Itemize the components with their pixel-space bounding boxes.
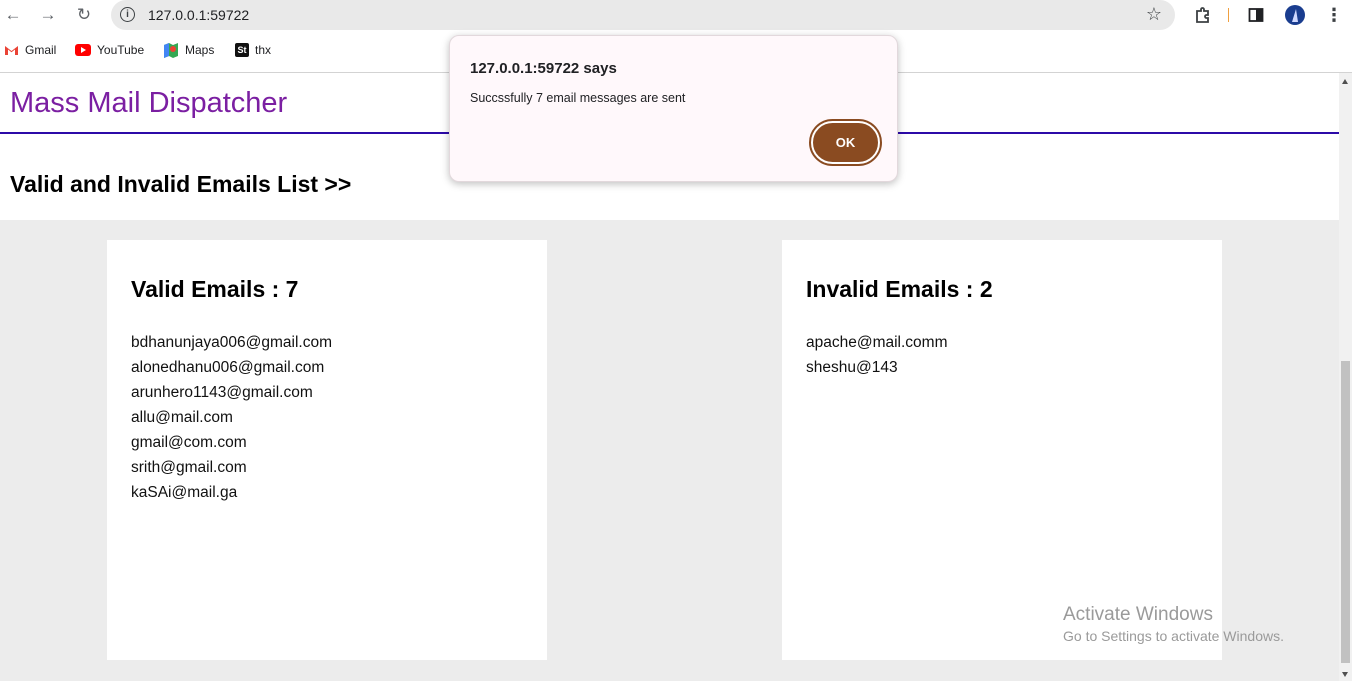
- back-icon[interactable]: ←: [2, 4, 24, 26]
- list-item: kaSAi@mail.ga: [131, 484, 238, 501]
- activate-windows-watermark: Activate Windows Go to Settings to activ…: [1063, 604, 1284, 644]
- list-item: srith@gmail.com: [131, 459, 247, 476]
- bookmark-gmail[interactable]: Gmail: [3, 43, 56, 57]
- invalid-emails-card: Invalid Emails : 2 apache@mail.comm shes…: [782, 240, 1222, 660]
- valid-emails-card: Valid Emails : 7 bdhanunjaya006@gmail.co…: [107, 240, 547, 660]
- bookmark-label: Gmail: [25, 43, 57, 57]
- scroll-thumb[interactable]: [1341, 361, 1350, 663]
- scroll-down-icon[interactable]: [1342, 672, 1348, 677]
- dialog-message: Succssfully 7 email messages are sent: [470, 91, 686, 105]
- reload-icon[interactable]: ↻: [73, 4, 95, 26]
- invalid-emails-heading: Invalid Emails : 2: [806, 276, 993, 302]
- browser-toolbar: ← → ↻ i 127.0.0.1:59722 ☆ ⋮: [0, 0, 1352, 30]
- scroll-up-icon[interactable]: [1342, 79, 1348, 84]
- maps-icon: [163, 42, 179, 58]
- gmail-icon: [3, 43, 19, 57]
- list-item: alonedhanu006@gmail.com: [131, 359, 325, 376]
- list-item: sheshu@143: [806, 359, 898, 376]
- list-item: bdhanunjaya006@gmail.com: [131, 334, 333, 351]
- bookmark-youtube[interactable]: YouTube: [75, 43, 144, 57]
- list-item: allu@mail.com: [131, 409, 233, 426]
- watermark-title: Activate Windows: [1063, 604, 1213, 625]
- site-info-icon[interactable]: i: [120, 7, 135, 22]
- dialog-title: 127.0.0.1:59722 says: [470, 60, 617, 77]
- address-bar[interactable]: i 127.0.0.1:59722 ☆: [111, 0, 1175, 30]
- extensions-icon[interactable]: [1192, 4, 1214, 26]
- toolbar-divider: [1228, 8, 1229, 22]
- menu-kebab-icon[interactable]: ⋮: [1324, 4, 1344, 26]
- page-scrollbar[interactable]: [1339, 73, 1352, 681]
- alert-dialog: 127.0.0.1:59722 says Succssfully 7 email…: [449, 35, 898, 182]
- list-item: gmail@com.com: [131, 434, 247, 451]
- bookmark-label: YouTube: [97, 43, 145, 57]
- ok-button[interactable]: OK: [809, 119, 882, 166]
- valid-emails-list: bdhanunjaya006@gmail.com alonedhanu006@g…: [131, 330, 332, 505]
- bookmark-maps[interactable]: Maps: [163, 42, 215, 58]
- bookmark-label: thx: [255, 43, 272, 57]
- page-title: Mass Mail Dispatcher: [10, 87, 288, 119]
- list-item: apache@mail.comm: [806, 334, 948, 351]
- list-item: arunhero1143@gmail.com: [131, 384, 313, 401]
- youtube-icon: [75, 43, 91, 57]
- side-panel-icon[interactable]: [1246, 4, 1266, 26]
- watermark-subtitle: Go to Settings to activate Windows.: [1063, 628, 1284, 644]
- profile-avatar[interactable]: [1284, 4, 1306, 26]
- bookmark-label: Maps: [185, 43, 215, 57]
- forward-icon[interactable]: →: [37, 4, 59, 26]
- url-text[interactable]: 127.0.0.1:59722: [148, 7, 249, 23]
- valid-emails-heading: Valid Emails : 7: [131, 276, 299, 302]
- bookmark-thx[interactable]: St thx: [235, 43, 271, 57]
- bookmark-star-icon[interactable]: ☆: [1146, 4, 1162, 25]
- st-icon: St: [235, 43, 249, 57]
- section-title: Valid and Invalid Emails List >>: [10, 171, 352, 197]
- invalid-emails-list: apache@mail.comm sheshu@143: [806, 330, 948, 380]
